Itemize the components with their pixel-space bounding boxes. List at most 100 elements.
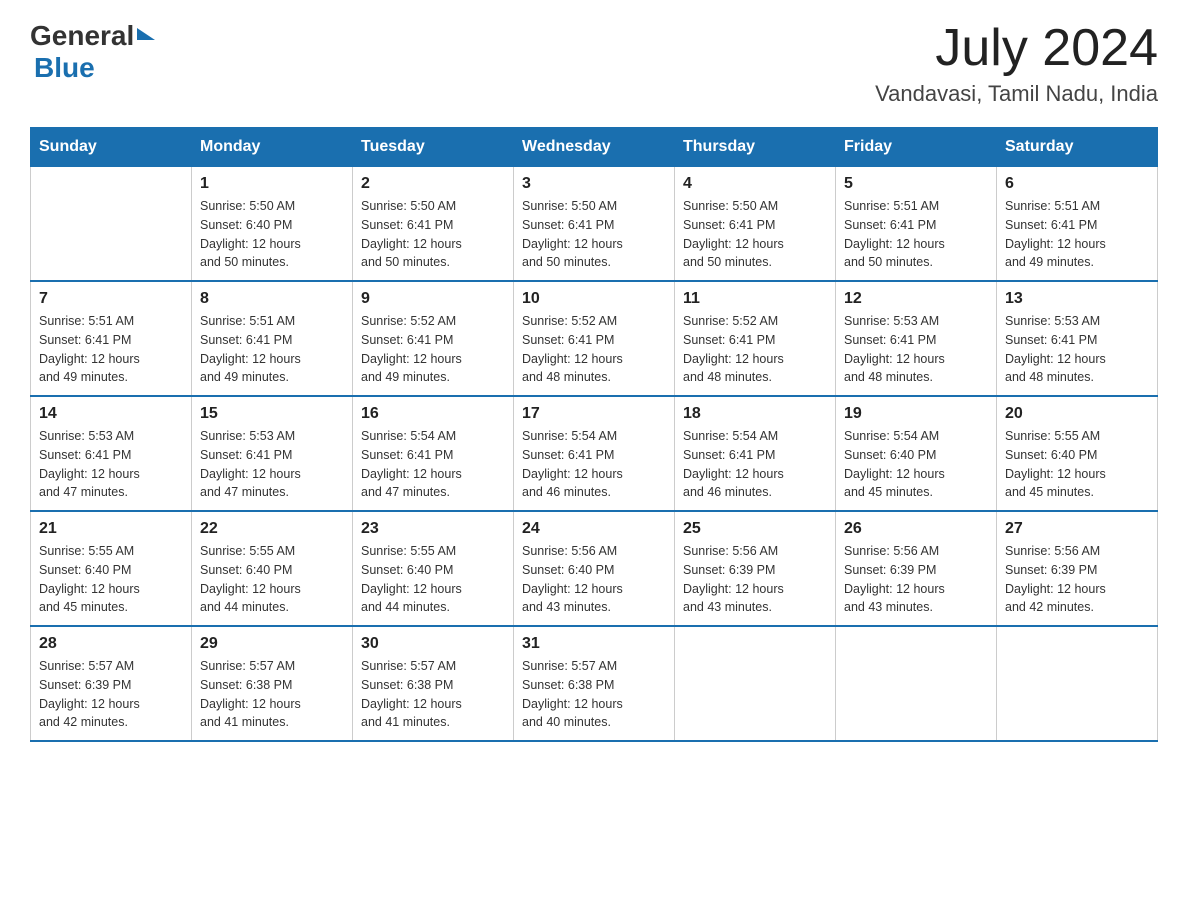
calendar-cell xyxy=(836,626,997,741)
day-info: Sunrise: 5:56 AMSunset: 6:39 PMDaylight:… xyxy=(844,542,988,617)
calendar-cell: 10Sunrise: 5:52 AMSunset: 6:41 PMDayligh… xyxy=(514,281,675,396)
day-info: Sunrise: 5:50 AMSunset: 6:41 PMDaylight:… xyxy=(361,197,505,272)
day-number: 30 xyxy=(361,635,505,653)
day-number: 20 xyxy=(1005,405,1149,423)
day-info: Sunrise: 5:56 AMSunset: 6:39 PMDaylight:… xyxy=(683,542,827,617)
day-info: Sunrise: 5:52 AMSunset: 6:41 PMDaylight:… xyxy=(522,312,666,387)
calendar-cell: 21Sunrise: 5:55 AMSunset: 6:40 PMDayligh… xyxy=(31,511,192,626)
title-area: July 2024 Vandavasi, Tamil Nadu, India xyxy=(875,20,1158,107)
day-number: 6 xyxy=(1005,175,1149,193)
header-wednesday: Wednesday xyxy=(514,128,675,167)
calendar-cell: 12Sunrise: 5:53 AMSunset: 6:41 PMDayligh… xyxy=(836,281,997,396)
calendar-cell: 24Sunrise: 5:56 AMSunset: 6:40 PMDayligh… xyxy=(514,511,675,626)
day-info: Sunrise: 5:57 AMSunset: 6:38 PMDaylight:… xyxy=(361,657,505,732)
week-row-2: 7 Sunrise: 5:51 AMSunset: 6:41 PMDaylight… xyxy=(31,281,1158,396)
day-info: Sunrise: 5:53 AMSunset: 6:41 PMDaylight:… xyxy=(200,427,344,502)
calendar-cell: 1 Sunrise: 5:50 AMSunset: 6:40 PMDaylight… xyxy=(192,167,353,282)
day-info: Sunrise: 5:54 AMSunset: 6:41 PMDaylight:… xyxy=(522,427,666,502)
day-info: Sunrise: 5:55 AMSunset: 6:40 PMDaylight:… xyxy=(200,542,344,617)
day-number: 5 xyxy=(844,175,988,193)
day-number: 11 xyxy=(683,290,827,308)
day-info: Sunrise: 5:56 AMSunset: 6:39 PMDaylight:… xyxy=(1005,542,1149,617)
day-number: 23 xyxy=(361,520,505,538)
header-sunday: Sunday xyxy=(31,128,192,167)
calendar-cell: 23 Sunrise: 5:55 AMSunset: 6:40 PMDayligh… xyxy=(353,511,514,626)
logo-general-text: General xyxy=(30,20,134,52)
page-header: General Blue July 2024 Vandavasi, Tamil … xyxy=(30,20,1158,107)
logo-blue-text: Blue xyxy=(34,52,95,84)
calendar-cell: 27Sunrise: 5:56 AMSunset: 6:39 PMDayligh… xyxy=(997,511,1158,626)
day-number: 18 xyxy=(683,405,827,423)
header-thursday: Thursday xyxy=(675,128,836,167)
day-number: 19 xyxy=(844,405,988,423)
calendar-cell: 31Sunrise: 5:57 AMSunset: 6:38 PMDayligh… xyxy=(514,626,675,741)
day-number: 7 xyxy=(39,290,183,308)
day-number: 8 xyxy=(200,290,344,308)
calendar-cell: 8 Sunrise: 5:51 AMSunset: 6:41 PMDaylight… xyxy=(192,281,353,396)
day-number: 26 xyxy=(844,520,988,538)
calendar-cell: 4Sunrise: 5:50 AMSunset: 6:41 PMDaylight… xyxy=(675,167,836,282)
calendar-cell: 17Sunrise: 5:54 AMSunset: 6:41 PMDayligh… xyxy=(514,396,675,511)
calendar-header-row: SundayMondayTuesdayWednesdayThursdayFrid… xyxy=(31,128,1158,167)
week-row-5: 28Sunrise: 5:57 AMSunset: 6:39 PMDayligh… xyxy=(31,626,1158,741)
week-row-3: 14Sunrise: 5:53 AMSunset: 6:41 PMDayligh… xyxy=(31,396,1158,511)
calendar-cell: 7 Sunrise: 5:51 AMSunset: 6:41 PMDaylight… xyxy=(31,281,192,396)
header-saturday: Saturday xyxy=(997,128,1158,167)
calendar-cell: 25 Sunrise: 5:56 AMSunset: 6:39 PMDayligh… xyxy=(675,511,836,626)
day-info: Sunrise: 5:51 AMSunset: 6:41 PMDaylight:… xyxy=(200,312,344,387)
header-monday: Monday xyxy=(192,128,353,167)
day-info: Sunrise: 5:53 AMSunset: 6:41 PMDaylight:… xyxy=(39,427,183,502)
calendar-cell: 15 Sunrise: 5:53 AMSunset: 6:41 PMDayligh… xyxy=(192,396,353,511)
calendar-cell: 30 Sunrise: 5:57 AMSunset: 6:38 PMDayligh… xyxy=(353,626,514,741)
calendar-cell xyxy=(31,167,192,282)
calendar-table: SundayMondayTuesdayWednesdayThursdayFrid… xyxy=(30,127,1158,742)
day-info: Sunrise: 5:52 AMSunset: 6:41 PMDaylight:… xyxy=(683,312,827,387)
day-number: 4 xyxy=(683,175,827,193)
day-info: Sunrise: 5:50 AMSunset: 6:41 PMDaylight:… xyxy=(522,197,666,272)
day-info: Sunrise: 5:51 AMSunset: 6:41 PMDaylight:… xyxy=(844,197,988,272)
day-number: 24 xyxy=(522,520,666,538)
calendar-cell: 18Sunrise: 5:54 AMSunset: 6:41 PMDayligh… xyxy=(675,396,836,511)
calendar-cell: 2 Sunrise: 5:50 AMSunset: 6:41 PMDaylight… xyxy=(353,167,514,282)
logo: General Blue xyxy=(30,20,155,84)
day-info: Sunrise: 5:55 AMSunset: 6:40 PMDaylight:… xyxy=(361,542,505,617)
calendar-cell: 20 Sunrise: 5:55 AMSunset: 6:40 PMDayligh… xyxy=(997,396,1158,511)
day-number: 3 xyxy=(522,175,666,193)
logo-arrow-icon xyxy=(137,28,155,40)
calendar-cell: 13Sunrise: 5:53 AMSunset: 6:41 PMDayligh… xyxy=(997,281,1158,396)
day-number: 15 xyxy=(200,405,344,423)
day-info: Sunrise: 5:51 AMSunset: 6:41 PMDaylight:… xyxy=(1005,197,1149,272)
day-info: Sunrise: 5:55 AMSunset: 6:40 PMDaylight:… xyxy=(1005,427,1149,502)
day-number: 29 xyxy=(200,635,344,653)
day-info: Sunrise: 5:51 AMSunset: 6:41 PMDaylight:… xyxy=(39,312,183,387)
calendar-cell: 14Sunrise: 5:53 AMSunset: 6:41 PMDayligh… xyxy=(31,396,192,511)
calendar-cell: 5 Sunrise: 5:51 AMSunset: 6:41 PMDaylight… xyxy=(836,167,997,282)
calendar-cell: 6 Sunrise: 5:51 AMSunset: 6:41 PMDaylight… xyxy=(997,167,1158,282)
calendar-cell: 16Sunrise: 5:54 AMSunset: 6:41 PMDayligh… xyxy=(353,396,514,511)
day-number: 25 xyxy=(683,520,827,538)
header-friday: Friday xyxy=(836,128,997,167)
day-number: 2 xyxy=(361,175,505,193)
calendar-cell: 29 Sunrise: 5:57 AMSunset: 6:38 PMDayligh… xyxy=(192,626,353,741)
calendar-cell: 3 Sunrise: 5:50 AMSunset: 6:41 PMDaylight… xyxy=(514,167,675,282)
month-title: July 2024 xyxy=(875,20,1158,77)
calendar-cell: 22 Sunrise: 5:55 AMSunset: 6:40 PMDayligh… xyxy=(192,511,353,626)
day-number: 1 xyxy=(200,175,344,193)
calendar-cell: 11 Sunrise: 5:52 AMSunset: 6:41 PMDayligh… xyxy=(675,281,836,396)
day-number: 28 xyxy=(39,635,183,653)
day-info: Sunrise: 5:57 AMSunset: 6:38 PMDaylight:… xyxy=(200,657,344,732)
day-number: 12 xyxy=(844,290,988,308)
day-info: Sunrise: 5:50 AMSunset: 6:40 PMDaylight:… xyxy=(200,197,344,272)
day-number: 21 xyxy=(39,520,183,538)
day-number: 16 xyxy=(361,405,505,423)
week-row-1: 1 Sunrise: 5:50 AMSunset: 6:40 PMDaylight… xyxy=(31,167,1158,282)
day-info: Sunrise: 5:54 AMSunset: 6:40 PMDaylight:… xyxy=(844,427,988,502)
day-number: 9 xyxy=(361,290,505,308)
calendar-cell xyxy=(675,626,836,741)
week-row-4: 21 Sunrise: 5:55 AMSunset: 6:40 PMDayligh… xyxy=(31,511,1158,626)
calendar-cell: 9Sunrise: 5:52 AMSunset: 6:41 PMDaylight… xyxy=(353,281,514,396)
day-number: 22 xyxy=(200,520,344,538)
calendar-cell: 19 Sunrise: 5:54 AMSunset: 6:40 PMDayligh… xyxy=(836,396,997,511)
header-tuesday: Tuesday xyxy=(353,128,514,167)
calendar-cell: 26 Sunrise: 5:56 AMSunset: 6:39 PMDayligh… xyxy=(836,511,997,626)
